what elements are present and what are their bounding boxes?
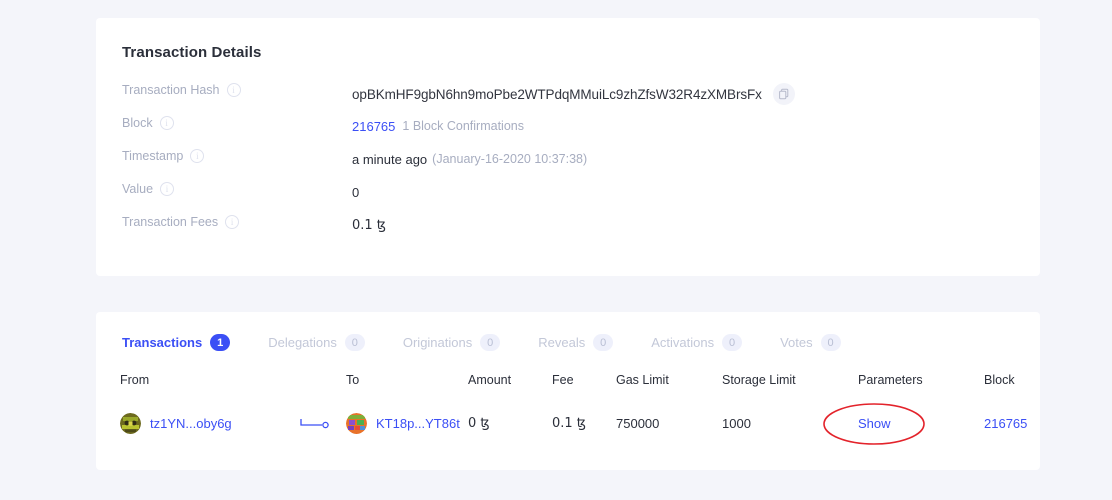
tab-transactions[interactable]: Transactions 1: [122, 334, 230, 351]
to-address-link[interactable]: KT18p...YT86t: [376, 416, 460, 431]
info-icon[interactable]: i: [190, 149, 204, 163]
from-address-link[interactable]: tz1YN...oby6g: [150, 416, 232, 431]
column-header-arrow: [300, 373, 346, 399]
table-header: From To Amount Fee Gas Limit Storage Lim…: [120, 373, 1016, 399]
tab-count-badge: 0: [480, 334, 500, 351]
cell-fee: 0.1 ꜩ: [552, 399, 616, 434]
cell-storage-limit: 1000: [722, 399, 858, 434]
column-header-to: To: [346, 373, 468, 399]
table-header-row: From To Amount Fee Gas Limit Storage Lim…: [120, 373, 1016, 399]
tab-count-badge: 0: [821, 334, 841, 351]
operations-card: Transactions 1 Delegations 0 Origination…: [96, 312, 1040, 470]
from-address: tz1YN...oby6g: [120, 413, 300, 434]
arrow-right-icon: [300, 417, 330, 431]
table-row: tz1YN...oby6g: [120, 399, 1016, 434]
column-header-storage-limit: Storage Limit: [722, 373, 858, 399]
tab-count-badge: 1: [210, 334, 230, 351]
detail-label-text: Transaction Fees: [122, 215, 218, 229]
cell-parameters: Show: [858, 399, 984, 434]
copy-icon[interactable]: [773, 83, 795, 105]
tab-label: Activations: [651, 335, 714, 350]
show-parameters-wrapper: Show: [858, 416, 891, 431]
tab-count-badge: 0: [593, 334, 613, 351]
tab-label: Delegations: [268, 335, 337, 350]
page-title: Transaction Details: [122, 44, 1016, 61]
detail-label: Value i: [120, 182, 352, 196]
column-header-fee: Fee: [552, 373, 616, 399]
table-body: tz1YN...oby6g: [120, 399, 1016, 434]
value-amount: 0: [352, 185, 359, 200]
to-address: KT18p...YT86t: [346, 413, 468, 434]
cell-gas-limit: 750000: [616, 399, 722, 434]
column-header-gas-limit: Gas Limit: [616, 373, 722, 399]
column-header-from: From: [120, 373, 300, 399]
show-parameters-link[interactable]: Show: [858, 416, 891, 431]
detail-value: 0: [352, 182, 359, 202]
detail-row-value: Value i 0: [120, 182, 1016, 214]
column-header-parameters: Parameters: [858, 373, 984, 399]
tab-activations[interactable]: Activations 0: [651, 334, 742, 351]
operation-tabs: Transactions 1 Delegations 0 Origination…: [122, 334, 1016, 351]
timestamp-relative: a minute ago: [352, 152, 427, 167]
column-header-block: Block: [984, 373, 1016, 399]
cell-direction-arrow: [300, 399, 346, 434]
block-link[interactable]: 216765: [984, 416, 1027, 431]
info-icon[interactable]: i: [227, 83, 241, 97]
detail-label: Timestamp i: [120, 149, 352, 163]
detail-row-transaction-hash: Transaction Hash i opBKmHF9gbN6hn9moPbe2…: [120, 83, 1016, 115]
detail-row-timestamp: Timestamp i a minute ago (January-16-202…: [120, 149, 1016, 181]
tab-delegations[interactable]: Delegations 0: [268, 334, 365, 351]
block-number-link[interactable]: 216765: [352, 119, 395, 134]
transaction-details-card: Transaction Details Transaction Hash i o…: [96, 18, 1040, 276]
detail-label-text: Timestamp: [122, 149, 183, 163]
info-icon[interactable]: i: [160, 116, 174, 130]
info-icon[interactable]: i: [225, 215, 239, 229]
tab-label: Votes: [780, 335, 813, 350]
tab-reveals[interactable]: Reveals 0: [538, 334, 613, 351]
identicon-avatar: [346, 413, 367, 434]
cell-from: tz1YN...oby6g: [120, 399, 300, 434]
detail-label: Block i: [120, 116, 352, 130]
detail-label: Transaction Hash i: [120, 83, 352, 97]
detail-value: opBKmHF9gbN6hn9moPbe2WTPdqMMuiLc9zhZfsW3…: [352, 83, 795, 105]
cell-amount: 0 ꜩ: [468, 399, 552, 434]
info-icon[interactable]: i: [160, 182, 174, 196]
identicon-avatar: [120, 413, 141, 434]
detail-label-text: Block: [122, 116, 153, 130]
transactions-table: From To Amount Fee Gas Limit Storage Lim…: [120, 373, 1016, 434]
tab-label: Reveals: [538, 335, 585, 350]
detail-label-text: Transaction Hash: [122, 83, 220, 97]
detail-value: a minute ago (January-16-2020 10:37:38): [352, 149, 587, 169]
tab-count-badge: 0: [345, 334, 365, 351]
transaction-hash-value: opBKmHF9gbN6hn9moPbe2WTPdqMMuiLc9zhZfsW3…: [352, 87, 762, 102]
detail-row-block: Block i 216765 1 Block Confirmations: [120, 116, 1016, 148]
tab-count-badge: 0: [722, 334, 742, 351]
timestamp-absolute: (January-16-2020 10:37:38): [432, 152, 587, 166]
tab-votes[interactable]: Votes 0: [780, 334, 841, 351]
detail-row-transaction-fees: Transaction Fees i 0.1 ꜩ: [120, 215, 1016, 247]
transaction-fees-amount: 0.1 ꜩ: [352, 218, 386, 233]
tab-label: Originations: [403, 335, 472, 350]
detail-label-text: Value: [122, 182, 153, 196]
column-header-amount: Amount: [468, 373, 552, 399]
cell-to: KT18p...YT86t: [346, 399, 468, 434]
detail-label: Transaction Fees i: [120, 215, 352, 229]
detail-value: 0.1 ꜩ: [352, 215, 386, 235]
cell-block: 216765: [984, 399, 1016, 434]
block-confirmations-text: 1 Block Confirmations: [402, 119, 524, 133]
tab-originations[interactable]: Originations 0: [403, 334, 500, 351]
page-root: Transaction Details Transaction Hash i o…: [0, 0, 1112, 500]
tab-label: Transactions: [122, 335, 202, 350]
detail-value: 216765 1 Block Confirmations: [352, 116, 524, 136]
